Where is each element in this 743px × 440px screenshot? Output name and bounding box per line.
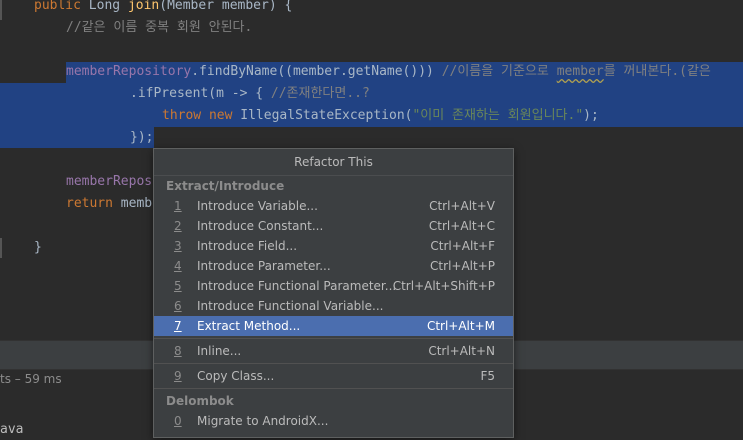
code-token: .ifPresent(m -> {: [130, 86, 271, 101]
code-token: //같은 이름 중복 회원 안된다.: [66, 20, 253, 35]
menu-item-introduce-variable[interactable]: 1 Introduce Variable... Ctrl+Alt+V: [154, 196, 513, 216]
menu-item-introduce-functional-variable[interactable]: 6 Introduce Functional Variable...: [154, 296, 513, 316]
menu-item-mnemonic: 3: [174, 239, 182, 253]
code-token: throw new: [162, 108, 241, 123]
code-token: return: [66, 196, 121, 211]
popup-title: Refactor This: [154, 149, 513, 176]
menu-item-shortcut: Ctrl+Alt+C: [428, 219, 495, 233]
code-token: "이미 존재하는 회원입니다.": [412, 108, 584, 123]
menu-item-label: Inline...: [197, 344, 242, 358]
menu-item-mnemonic: 9: [174, 369, 182, 383]
code-token: }: [34, 240, 42, 255]
menu-separator: [154, 363, 513, 364]
menu-item-mnemonic: 0: [174, 414, 182, 428]
code-line[interactable]: });: [0, 127, 743, 149]
build-time-status: ts – 59 ms: [0, 372, 62, 386]
code-token: join: [127, 0, 160, 13]
menu-item-label: Introduce Constant...: [197, 219, 324, 233]
menu-group-header: Extract/Introduce: [166, 179, 285, 193]
menu-item-migrate-to-androidx[interactable]: 0 Migrate to AndroidX...: [154, 411, 513, 431]
code-token: IllegalStateException(: [240, 108, 413, 123]
code-line[interactable]: //같은 이름 중복 회원 안된다.: [0, 17, 743, 39]
menu-item-mnemonic: 7: [174, 319, 182, 333]
code-token: public: [34, 0, 89, 13]
code-token: memb: [120, 196, 153, 211]
menu-item-introduce-functional-parameter[interactable]: 5 Introduce Functional Parameter... Ctrl+A…: [154, 276, 513, 296]
menu-item-shortcut: F5: [480, 369, 495, 383]
menu-item-copy-class[interactable]: 9 Copy Class... F5: [154, 366, 513, 386]
console-text: ava: [0, 422, 24, 437]
menu-item-label: Introduce Functional Parameter...: [197, 279, 397, 293]
code-token: member: [556, 64, 604, 79]
refactor-this-popup[interactable]: Refactor This Extract/Introduce 1 Introduc…: [153, 148, 514, 438]
popup-menu-list: Extract/Introduce 1 Introduce Variable... C…: [154, 176, 513, 431]
menu-separator: [154, 388, 513, 389]
menu-item-shortcut: Ctrl+Alt+F: [430, 239, 495, 253]
code-token: //존재한다면..?: [270, 86, 370, 101]
code-token: //이름을 기준으로: [441, 64, 557, 79]
menu-item-mnemonic: 5: [174, 279, 182, 293]
code-token: (Member member) {: [159, 0, 293, 13]
menu-item-label: Introduce Functional Variable...: [197, 299, 384, 313]
code-token: memberRepos: [66, 174, 153, 189]
menu-item-label: Extract Method...: [197, 319, 301, 333]
menu-item-mnemonic: 1: [174, 199, 182, 213]
menu-item-label: Migrate to AndroidX...: [197, 414, 329, 428]
menu-item-shortcut: Ctrl+Alt+N: [428, 344, 495, 358]
code-token: );: [583, 108, 599, 123]
menu-item-inline[interactable]: 8 Inline... Ctrl+Alt+N: [154, 341, 513, 361]
menu-item-extract-method[interactable]: 7 Extract Method... Ctrl+Alt+M: [154, 316, 513, 336]
menu-item-shortcut: Ctrl+Alt+M: [426, 319, 495, 333]
code-token: Long: [88, 0, 128, 13]
code-token: .findByName((member.getName())): [191, 64, 442, 79]
code-token: 를 꺼내본다.(같은: [603, 64, 711, 79]
menu-item-shortcut: Ctrl+Alt+Shift+P: [392, 279, 495, 293]
menu-item-introduce-parameter[interactable]: 4 Introduce Parameter... Ctrl+Alt+P: [154, 256, 513, 276]
code-line[interactable]: throw new IllegalStateException("이미 존재하는…: [0, 105, 743, 127]
menu-item-introduce-constant[interactable]: 2 Introduce Constant... Ctrl+Alt+C: [154, 216, 513, 236]
code-line[interactable]: public Long join(Member member) {: [0, 0, 743, 17]
menu-separator: [154, 338, 513, 339]
menu-item-mnemonic: 2: [174, 219, 182, 233]
menu-item-shortcut: Ctrl+Alt+P: [430, 259, 495, 273]
code-token: memberRepository: [66, 64, 192, 79]
code-line[interactable]: .ifPresent(m -> { //존재한다면..?: [0, 83, 743, 105]
code-token: });: [130, 130, 154, 145]
code-line[interactable]: [0, 39, 743, 61]
code-line[interactable]: memberRepository.findByName((member.getN…: [0, 61, 743, 83]
menu-item-label: Introduce Field...: [197, 239, 298, 253]
menu-group-header: Delombok: [166, 394, 234, 408]
menu-item-label: Introduce Variable...: [197, 199, 318, 213]
menu-item-introduce-field[interactable]: 3 Introduce Field... Ctrl+Alt+F: [154, 236, 513, 256]
menu-item-label: Introduce Parameter...: [197, 259, 331, 273]
menu-item-mnemonic: 6: [174, 299, 182, 313]
menu-item-mnemonic: 8: [174, 344, 182, 358]
menu-item-label: Copy Class...: [197, 369, 275, 383]
menu-item-mnemonic: 4: [174, 259, 182, 273]
menu-item-shortcut: Ctrl+Alt+V: [429, 199, 495, 213]
